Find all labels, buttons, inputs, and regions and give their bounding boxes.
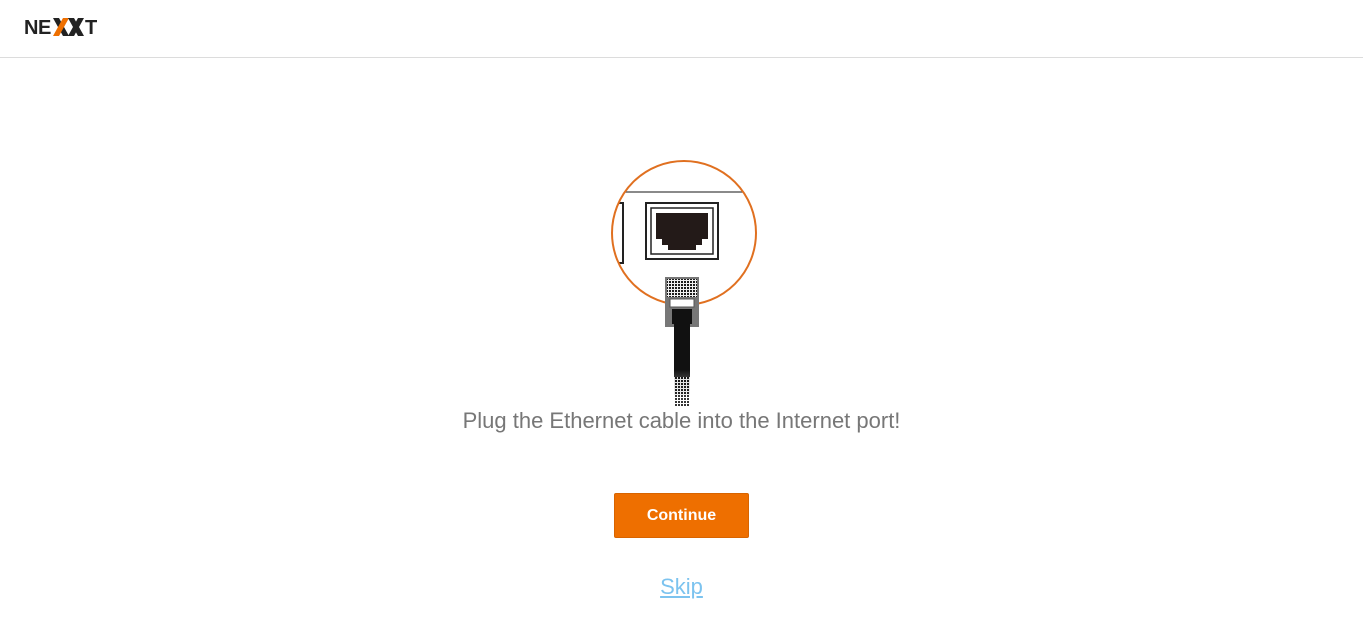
ethernet-port-cable-icon: [600, 155, 770, 415]
instruction-message: Plug the Ethernet cable into the Interne…: [462, 408, 901, 433]
header-bar: NE T: [0, 0, 1363, 58]
nexxt-logo-icon: NE T: [24, 17, 98, 39]
skip-link[interactable]: Skip: [660, 574, 703, 599]
skip-link-container: Skip: [0, 574, 1363, 600]
svg-text:T: T: [85, 17, 97, 39]
nexxt-logo: NE T: [24, 14, 104, 40]
svg-text:NE: NE: [24, 17, 51, 39]
continue-button[interactable]: Continue: [614, 493, 749, 538]
